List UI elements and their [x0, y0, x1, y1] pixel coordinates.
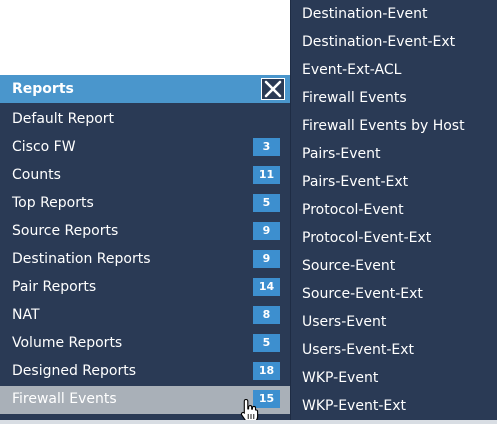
reports-title: Reports	[12, 81, 74, 97]
bottom-edge	[0, 420, 497, 424]
report-item-label: Counts	[12, 167, 61, 183]
report-item-label: Destination Reports	[12, 251, 151, 267]
submenu-item-firewall-events[interactable]: Firewall Events	[291, 84, 497, 112]
submenu-item-protocol-event[interactable]: Protocol-Event	[291, 196, 497, 224]
submenu-item-label: Users-Event-Ext	[302, 342, 415, 358]
submenu-item-label: Users-Event	[302, 314, 387, 330]
submenu-item-label: WKP-Event-Ext	[302, 398, 406, 414]
report-item-firewall-events[interactable]: Firewall Events 15	[0, 386, 290, 414]
submenu-item-label: Event-Ext-ACL	[302, 62, 402, 78]
count-badge: 18	[253, 362, 280, 380]
report-item-nat[interactable]: NAT 8	[0, 302, 290, 330]
submenu-item-label: Source-Event-Ext	[302, 286, 423, 302]
report-item-label: Default Report	[12, 111, 115, 127]
report-item-source-reports[interactable]: Source Reports 9	[0, 218, 290, 246]
report-item-label: Top Reports	[12, 195, 94, 211]
report-item-designed-reports[interactable]: Designed Reports 18	[0, 358, 290, 386]
submenu-item-destination-event-ext[interactable]: Destination-Event-Ext	[291, 28, 497, 56]
report-item-default-report[interactable]: Default Report	[0, 106, 290, 134]
report-item-label: Firewall Events	[12, 391, 117, 407]
report-item-label: Volume Reports	[12, 335, 123, 351]
report-item-counts[interactable]: Counts 11	[0, 162, 290, 190]
report-list: Default Report Cisco FW 3 Counts 11 Top …	[0, 106, 290, 414]
report-item-label: Pair Reports	[12, 279, 97, 295]
report-item-label: Cisco FW	[12, 139, 76, 155]
submenu-item-label: Source-Event	[302, 258, 396, 274]
submenu-item-wkp-event[interactable]: WKP-Event	[291, 364, 497, 392]
count-badge: 5	[253, 334, 280, 352]
submenu-item-label: Destination-Event	[302, 6, 428, 22]
submenu-item-event-ext-acl[interactable]: Event-Ext-ACL	[291, 56, 497, 84]
count-badge: 9	[253, 250, 280, 268]
report-item-volume-reports[interactable]: Volume Reports 5	[0, 330, 290, 358]
firewall-events-submenu: Destination-Event Destination-Event-Ext …	[290, 0, 497, 424]
close-button[interactable]	[261, 78, 285, 100]
report-item-pair-reports[interactable]: Pair Reports 14	[0, 274, 290, 302]
submenu-item-wkp-event-ext[interactable]: WKP-Event-Ext	[291, 392, 497, 420]
submenu-item-users-event-ext[interactable]: Users-Event-Ext	[291, 336, 497, 364]
report-item-top-reports[interactable]: Top Reports 5	[0, 190, 290, 218]
submenu-list: Destination-Event Destination-Event-Ext …	[291, 0, 497, 420]
submenu-item-pairs-event-ext[interactable]: Pairs-Event-Ext	[291, 168, 497, 196]
submenu-item-users-event[interactable]: Users-Event	[291, 308, 497, 336]
submenu-item-pairs-event[interactable]: Pairs-Event	[291, 140, 497, 168]
submenu-item-label: Destination-Event-Ext	[302, 34, 456, 50]
report-item-label: Designed Reports	[12, 363, 136, 379]
count-badge: 8	[253, 306, 280, 324]
count-badge: 3	[253, 138, 280, 156]
count-badge: 14	[253, 278, 280, 296]
submenu-item-destination-event[interactable]: Destination-Event	[291, 0, 497, 28]
submenu-item-firewall-events-by-host[interactable]: Firewall Events by Host	[291, 112, 497, 140]
report-item-label: Source Reports	[12, 223, 119, 239]
submenu-item-label: WKP-Event	[302, 370, 379, 386]
count-badge: 9	[253, 222, 280, 240]
screen: Destination-Event Destination-Event-Ext …	[0, 0, 497, 424]
submenu-item-source-event-ext[interactable]: Source-Event-Ext	[291, 280, 497, 308]
report-item-cisco-fw[interactable]: Cisco FW 3	[0, 134, 290, 162]
reports-header: Reports	[0, 75, 290, 103]
close-icon	[264, 80, 282, 98]
report-item-label: NAT	[12, 307, 40, 323]
count-badge: 15	[253, 390, 280, 408]
reports-panel: Reports Default Report Cisco FW 3 Counts…	[0, 75, 290, 424]
submenu-item-source-event[interactable]: Source-Event	[291, 252, 497, 280]
submenu-item-label: Protocol-Event-Ext	[302, 230, 432, 246]
submenu-item-label: Protocol-Event	[302, 202, 404, 218]
submenu-item-label: Firewall Events by Host	[302, 118, 465, 134]
submenu-item-label: Pairs-Event	[302, 146, 381, 162]
count-badge: 5	[253, 194, 280, 212]
report-item-destination-reports[interactable]: Destination Reports 9	[0, 246, 290, 274]
submenu-item-label: Pairs-Event-Ext	[302, 174, 409, 190]
submenu-item-protocol-event-ext[interactable]: Protocol-Event-Ext	[291, 224, 497, 252]
count-badge: 11	[253, 166, 280, 184]
submenu-item-label: Firewall Events	[302, 90, 407, 106]
